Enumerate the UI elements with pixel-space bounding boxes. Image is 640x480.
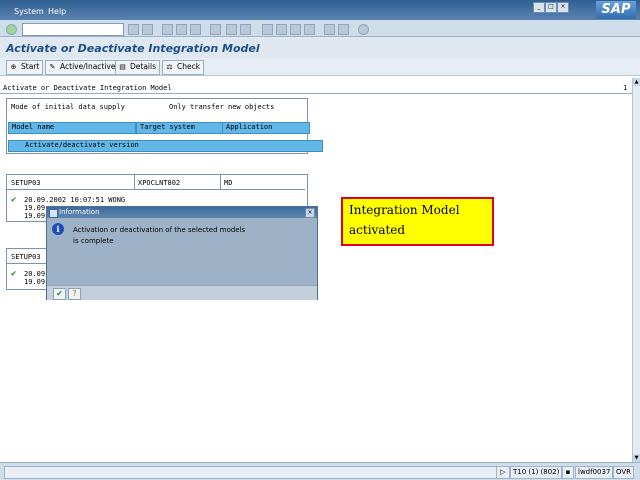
check-button-label: Check [177,62,201,71]
menu-system[interactable]: System [14,7,44,16]
pencil-icon: ✎ [49,63,56,71]
status-server: lwdf0037 [575,466,614,479]
status-expand-icon[interactable]: ▷ [496,466,510,479]
block2-model-name[interactable]: SETUP03 [11,253,41,261]
check-mark-icon: ✔ [11,195,17,205]
menu-help[interactable]: Help [48,7,66,16]
block1-target-system: XPOCLNT802 [138,179,181,187]
start-button-label: Start [21,62,40,71]
details-button[interactable]: ▤ Details [115,60,161,75]
check-mark-icon: ✔ [11,269,17,279]
check-button[interactable]: ⚖ Check [162,60,205,75]
dialog-message-line2: is complete [73,237,114,245]
dialog-close-icon[interactable]: × [305,208,315,218]
annotation-line1: Integration Model [349,203,460,217]
first-page-icon[interactable] [262,24,273,35]
status-system: T10 (1) (802) [510,466,563,479]
column-model-name: Model name [8,122,136,134]
maximize-icon[interactable]: □ [545,2,557,13]
application-toolbar: ⊕ Start ✎ Active/Inactive ▤ Details ⚖ Ch… [0,58,640,76]
dialog-footer: ✔ ? [47,285,317,300]
dialog-message-line1: Activation or deactivation of the select… [73,226,246,234]
menu-bar: System Help _ □ × SAP [0,0,640,20]
server-icon: ▪ [562,466,574,479]
close-icon[interactable]: × [557,2,569,13]
information-dialog: Information × i Activation or deactivati… [46,206,318,300]
save-icon[interactable] [142,24,153,35]
find-icon[interactable] [226,24,237,35]
column-application: Application [222,122,310,134]
block1-model-name[interactable]: SETUP03 [11,179,41,187]
page-number: 1 [623,84,628,92]
active-inactive-button-label: Active/Inactive [60,62,116,71]
execute-icon: ⊕ [10,63,17,71]
annotation-line2: activated [349,223,406,237]
column-target-system: Target system [136,122,225,134]
title-bar: Activate or Deactivate Integration Model [0,37,640,58]
block1-line1: 20.09.2002 10:07:51 WONG [24,196,126,204]
initial-supply-value: Only transfer new objects [169,103,275,111]
dialog-title: Information [59,208,100,216]
column-version: Activate/deactivate version [8,140,323,152]
help-icon[interactable]: ? [68,288,81,300]
minimize-icon[interactable]: _ [533,2,545,13]
active-inactive-button[interactable]: ✎ Active/Inactive [45,60,120,75]
command-field[interactable] [22,23,124,36]
back-icon[interactable] [162,24,173,35]
initial-supply-label: Mode of initial data supply [11,103,125,111]
back-arrow-icon[interactable] [128,24,139,35]
block2-line1: 20.09 [24,270,46,278]
report-header: Activate or Deactivate Integration Model [3,84,172,92]
last-page-icon[interactable] [304,24,315,35]
shortcut-icon[interactable] [338,24,349,35]
cancel-icon[interactable] [190,24,201,35]
check-scale-icon: ⚖ [166,63,173,71]
criteria-box: Mode of initial data supply Only transfe… [6,98,323,154]
standard-toolbar [0,20,640,37]
status-bar: ▷ T10 (1) (802) ▪ lwdf0037 OVR [0,462,640,480]
scroll-up-icon[interactable]: ▲ [633,78,640,86]
header-divider [0,93,632,94]
dialog-title-bar[interactable]: Information × [47,207,317,218]
details-button-label: Details [130,62,157,71]
help-icon[interactable] [358,24,369,35]
exit-icon[interactable] [176,24,187,35]
details-icon: ▤ [119,63,126,71]
confirm-check-icon[interactable]: ✔ [53,288,66,300]
previous-page-icon[interactable] [276,24,287,35]
block1-line3: 19.09 [24,212,46,220]
find-next-icon[interactable] [240,24,251,35]
page-title: Activate or Deactivate Integration Model [6,42,260,55]
new-session-icon[interactable] [324,24,335,35]
annotation-callout: Integration Model activated [341,197,494,246]
scroll-down-icon[interactable]: ▼ [633,454,640,462]
block1-application: MD [224,179,233,187]
enter-icon[interactable] [6,24,17,35]
block1-line2: 19.09 [24,204,46,212]
print-icon[interactable] [210,24,221,35]
info-icon: i [52,223,64,235]
window-icon [49,209,58,218]
vertical-scrollbar[interactable]: ▲ ▼ [632,78,640,462]
sap-logo: SAP [596,1,636,19]
status-mode[interactable]: OVR [613,466,635,479]
start-button[interactable]: ⊕ Start [6,60,44,75]
next-page-icon[interactable] [290,24,301,35]
block2-line2: 19.09 [24,278,46,286]
status-message-area [4,466,498,479]
